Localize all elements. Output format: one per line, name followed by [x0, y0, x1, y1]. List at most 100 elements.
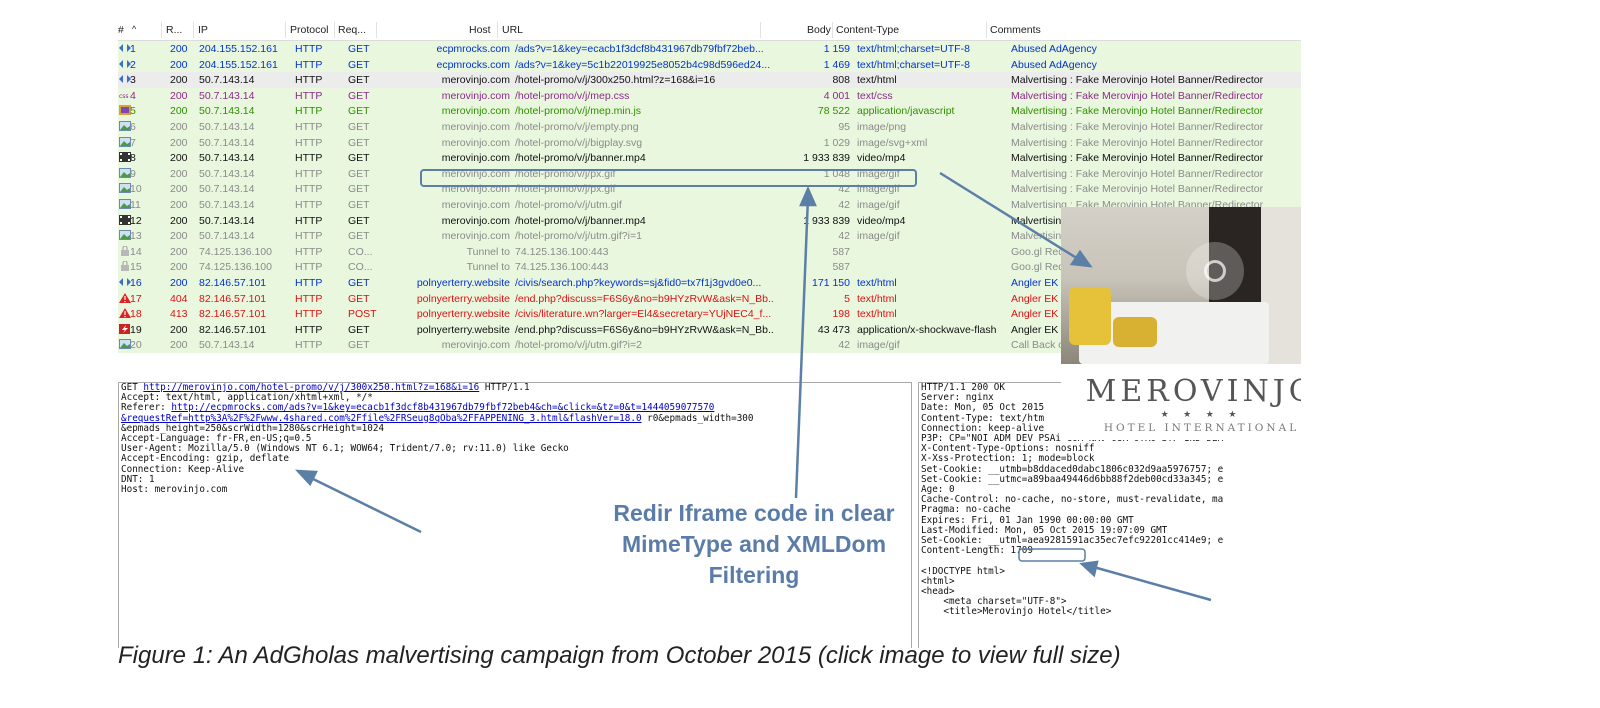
cell-num: 2 — [130, 58, 136, 71]
cell-req: GET — [348, 339, 370, 352]
cell-ip: 82.146.57.101 — [199, 277, 267, 289]
cell-res: 200 — [170, 245, 188, 258]
col-protocol[interactable]: Protocol — [290, 24, 329, 36]
cell-proto: HTTP — [295, 261, 323, 274]
cell-host: polnyerterry.website — [416, 308, 510, 321]
table-row[interactable]: 2 200 204.155.152.161 HTTP GET ecpmrocks.com /… — [118, 56, 1301, 73]
cell-ct: image/png — [857, 121, 907, 133]
cell-proto: HTTP — [295, 105, 323, 118]
cell-num: 8 — [130, 152, 136, 165]
hotel-subtitle: HOTEL INTERNATIONAL — [1103, 422, 1300, 434]
cell-url: /civis/search.php?keywords=sj&fid0=tx7f1… — [515, 277, 762, 289]
cell-com: Abused AdAgency — [1011, 58, 1097, 71]
cell-body: 171 150 — [812, 277, 850, 289]
cell-host: merovinjo.com — [441, 74, 510, 87]
hotel-brand: MEROVINJO ★ ★ ★ ★ HOTEL INTERNATIONAL — [1061, 364, 1301, 440]
cell-host: merovinjo.com — [441, 105, 510, 118]
response-line: <title>Merovinjo Hotel</title> — [921, 606, 1112, 618]
cell-req: GET — [348, 167, 370, 180]
cell-res: 200 — [170, 167, 188, 180]
table-row[interactable]: 3 200 50.7.143.14 HTTP GET merovinjo.com/hote… — [118, 72, 1301, 89]
col-request[interactable]: Req... — [338, 24, 366, 36]
cell-req: GET — [348, 277, 370, 289]
cell-ct: text/html — [857, 74, 897, 87]
cell-url: 74.125.136.100:443 — [515, 261, 609, 274]
cell-ip: 50.7.143.14 — [199, 152, 255, 165]
col-ip[interactable]: IP — [198, 24, 208, 36]
cell-ip: 82.146.57.101 — [199, 292, 267, 305]
cell-res: 200 — [170, 323, 188, 336]
request-line: DNT: 1 — [119, 474, 911, 485]
cell-ip: 82.146.57.101 — [199, 323, 267, 336]
cell-com: Malvertising : Fake Merovinjo Hotel Bann… — [1011, 167, 1264, 180]
cell-proto: HTTP — [295, 230, 323, 243]
table-row[interactable]: css 4 200 50.7.143.14 HTTP GET merovinjo.com/h… — [118, 87, 1301, 104]
table-row[interactable]: 6 200 50.7.143.14 HTTP GET merovinjo.com/hote… — [118, 119, 1301, 135]
cell-num: 20 — [130, 339, 142, 352]
cell-res: 200 — [170, 277, 188, 289]
cell-url: /hotel-promo/v/j/banner.mp4 — [515, 214, 646, 227]
cell-host: merovinjo.com — [441, 121, 510, 133]
cell-res: 200 — [170, 199, 188, 211]
cell-num: 19 — [130, 323, 142, 336]
col-body[interactable]: Body — [807, 24, 831, 36]
cell-proto: HTTP — [295, 277, 323, 289]
cell-ct: image/gif — [857, 230, 900, 243]
request-line: Connection: Keep-Alive — [119, 464, 911, 475]
table-row[interactable]: 8 200 50.7.143.14 HTTP GET merovinjo.com/hote… — [118, 150, 1301, 167]
cell-num: 1 — [130, 43, 136, 55]
cell-host: polnyerterry.website — [416, 277, 510, 289]
cell-proto: HTTP — [295, 74, 323, 87]
cell-num: 10 — [130, 183, 142, 196]
svg-text:css: css — [119, 93, 129, 100]
cell-ct: text/css — [857, 89, 893, 102]
response-line: Content-Length: 1709 — [921, 545, 1033, 557]
cell-body: 43 473 — [817, 323, 850, 336]
cell-req: POST — [348, 308, 377, 321]
col-host[interactable]: Host — [469, 24, 491, 36]
cell-res: 200 — [170, 339, 188, 352]
cell-num: 14 — [130, 245, 142, 258]
cell-res: 413 — [170, 308, 188, 321]
col-comments[interactable]: Comments — [990, 24, 1041, 36]
table-row[interactable]: 7 200 50.7.143.14 HTTP GET merovinjo.com/hote… — [118, 134, 1301, 151]
cell-ip: 50.7.143.14 — [199, 199, 255, 211]
cell-req: GET — [348, 199, 370, 211]
cell-num: 11 — [130, 199, 141, 211]
cell-ip: 50.7.143.14 — [199, 105, 255, 118]
cell-ct: text/html;charset=UTF-8 — [857, 43, 970, 55]
col-url[interactable]: URL — [502, 24, 523, 36]
response-line: <html> — [921, 575, 955, 587]
cell-proto: HTTP — [295, 43, 323, 55]
request-text: Host: merovinjo.com — [121, 484, 228, 496]
cell-res: 200 — [170, 214, 188, 227]
cell-ip: 82.146.57.101 — [199, 308, 267, 321]
cell-host: merovinjo.com — [441, 230, 510, 243]
cell-res: 200 — [170, 43, 188, 55]
col-num[interactable]: # — [118, 24, 124, 36]
cell-body: 42 — [838, 230, 850, 243]
cell-ct: video/mp4 — [857, 214, 906, 227]
cell-req: CO... — [348, 261, 373, 274]
cell-com: Malvertising : Fake Merovinjo Hotel Bann… — [1011, 136, 1264, 149]
cell-num: 17 — [130, 292, 142, 305]
table-row[interactable]: 5 200 50.7.143.14 HTTP GET merovinjo.com/hote… — [118, 103, 1301, 120]
cell-req: GET — [348, 43, 370, 55]
col-content-type[interactable]: Content-Type — [836, 24, 899, 36]
cell-proto: HTTP — [295, 292, 323, 305]
cell-host: merovinjo.com — [441, 152, 510, 165]
cell-num: 15 — [130, 261, 142, 274]
cell-ct: image/gif — [857, 199, 900, 211]
cell-req: GET — [348, 230, 370, 243]
table-row[interactable]: 1 200 204.155.152.161 HTTP GET ecpmrocks.com /… — [118, 41, 1301, 57]
cell-ip: 50.7.143.14 — [199, 136, 255, 149]
cell-url: /hotel-promo/v/j/empty.png — [515, 121, 639, 133]
magnifier-icon — [1186, 242, 1244, 300]
col-result[interactable]: R... — [166, 24, 182, 36]
cell-req: GET — [348, 121, 370, 133]
cell-proto: HTTP — [295, 339, 323, 352]
cell-body: 5 — [844, 292, 850, 305]
cell-req: GET — [348, 214, 370, 227]
sort-caret-icon[interactable]: ^ — [132, 24, 136, 34]
cell-ct: text/html — [857, 292, 897, 305]
